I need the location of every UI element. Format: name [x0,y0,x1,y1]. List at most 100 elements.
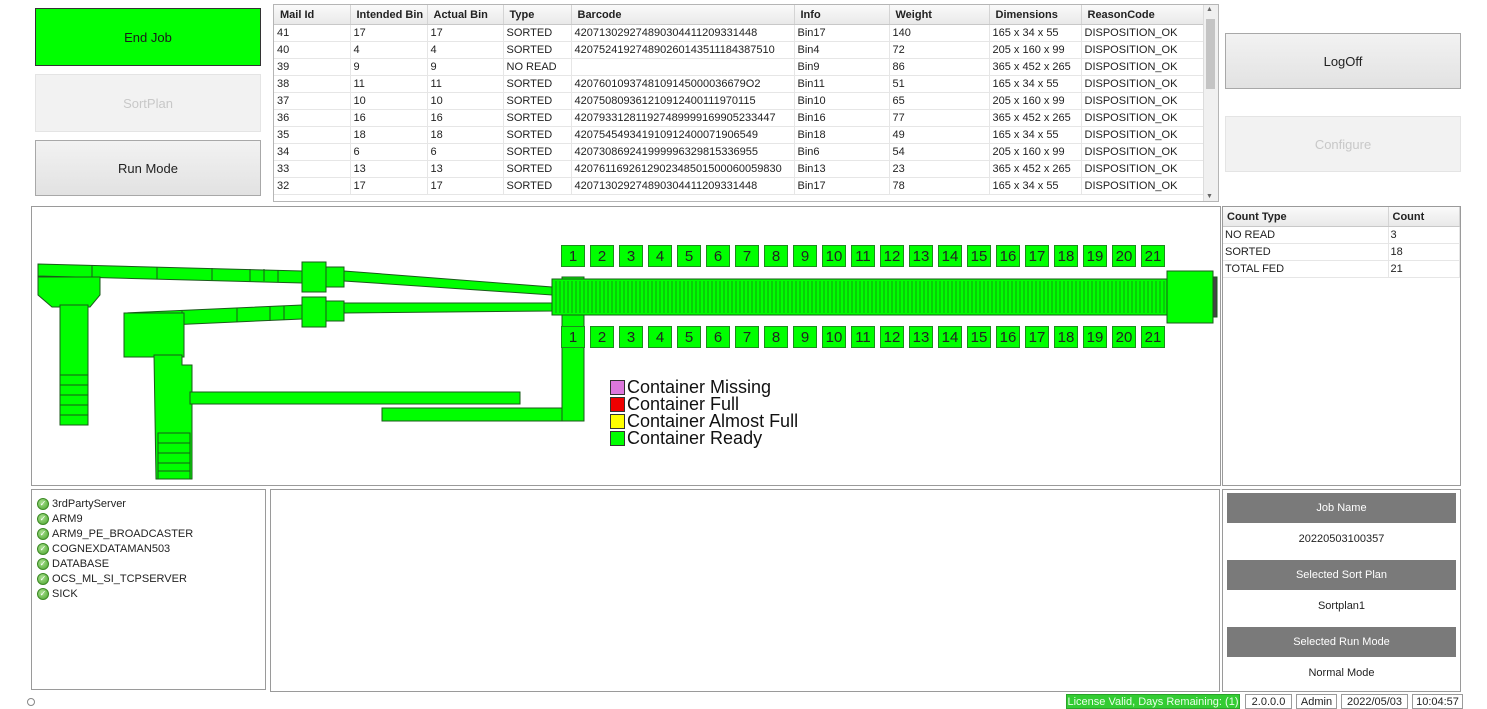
bin-16[interactable]: 16 [996,326,1020,348]
bin-3[interactable]: 3 [619,245,643,267]
bin-6[interactable]: 6 [706,245,730,267]
table-cell: DISPOSITION_OK [1081,92,1205,110]
table-row[interactable]: 38 11 11 SORTED 4207601093748109145000036679… [274,75,1205,93]
job-info-panel: Job Name 20220503100357 Selected Sort Pl… [1222,489,1461,692]
bin-8[interactable]: 8 [764,245,788,267]
table-row[interactable]: 40 4 4 SORTED 420752419274890260143511184387… [274,41,1205,59]
table-cell: 420713029274890304411209331448 [571,24,795,42]
bin-7[interactable]: 7 [735,326,759,348]
bin-1[interactable]: 1 [561,245,585,267]
bin-17[interactable]: 17 [1025,245,1049,267]
table-row[interactable]: 33 13 13 SORTED 4207611692612902348501500060… [274,160,1205,178]
bin-18[interactable]: 18 [1054,245,1078,267]
column-header[interactable]: Count [1388,207,1460,227]
bin-9[interactable]: 9 [793,245,817,267]
table-scrollbar[interactable]: ▲ ▼ [1203,5,1218,201]
table-cell: DISPOSITION_OK [1081,41,1205,59]
table-cell: SORTED [1223,243,1389,261]
mail-table[interactable]: Mail Id Intended Bin Actual Bin Type Barcode… [273,4,1219,202]
check-icon: ✓ [37,557,49,570]
table-row[interactable]: 36 16 16 SORTED 4207933128119274899991699052… [274,109,1205,127]
bin-12[interactable]: 12 [880,245,904,267]
bin-4[interactable]: 4 [648,245,672,267]
scroll-down-icon[interactable]: ▼ [1206,193,1213,200]
bin-13[interactable]: 13 [909,245,933,267]
service-name: ARM9_PE_BROADCASTER [52,527,194,540]
bin-19[interactable]: 19 [1083,326,1107,348]
table-row: NO READ 3 [1223,226,1460,244]
bin-20[interactable]: 20 [1112,326,1136,348]
table-row[interactable]: 35 18 18 SORTED 4207545493419109124000719065… [274,126,1205,144]
bin-1[interactable]: 1 [561,326,585,348]
bin-4[interactable]: 4 [648,326,672,348]
table-cell: 17 [350,177,428,195]
table-cell: 365 x 452 x 265 [989,109,1082,127]
bin-2[interactable]: 2 [590,326,614,348]
bin-11[interactable]: 11 [851,326,875,348]
table-cell: 16 [427,109,504,127]
legend-swatch [610,430,625,446]
scrollbar-thumb[interactable] [1206,19,1215,89]
bin-11[interactable]: 11 [851,245,875,267]
column-header[interactable]: Weight [889,5,990,25]
table-row[interactable]: 41 17 17 SORTED 4207130292748903044112093314… [274,24,1205,42]
bin-10[interactable]: 10 [822,245,846,267]
configure-button[interactable]: Configure [1225,116,1461,172]
bin-14[interactable]: 14 [938,245,962,267]
service-item: ✓ ARM9 [32,511,265,526]
column-header[interactable]: ReasonCode [1081,5,1205,25]
bin-5[interactable]: 5 [677,326,701,348]
column-header[interactable]: Dimensions [989,5,1082,25]
table-cell: Bin17 [794,24,890,42]
user-label: Admin [1296,694,1337,709]
bin-9[interactable]: 9 [793,326,817,348]
column-header[interactable]: Count Type [1223,207,1389,227]
column-header[interactable]: Type [503,5,572,25]
bin-14[interactable]: 14 [938,326,962,348]
column-header[interactable]: Intended Bin [350,5,428,25]
bin-19[interactable]: 19 [1083,245,1107,267]
column-header[interactable]: Mail Id [274,5,351,25]
bin-3[interactable]: 3 [619,326,643,348]
table-cell: 365 x 452 x 265 [989,160,1082,178]
table-cell: 33 [274,160,351,178]
table-row[interactable]: 39 9 9 NO READ Bin9 86 365 x 452 x 265 DISPOSIT… [274,58,1205,76]
table-row[interactable]: 37 10 10 SORTED 4207508093612109124001119701… [274,92,1205,110]
scroll-up-icon[interactable]: ▲ [1206,6,1213,13]
column-header[interactable]: Info [794,5,890,25]
column-header[interactable]: Actual Bin [427,5,504,25]
bin-17[interactable]: 17 [1025,326,1049,348]
logoff-button[interactable]: LogOff [1225,33,1461,89]
end-job-button[interactable]: End Job [35,8,261,66]
sorter-machine-view: 1 2 3 4 5 6 7 8 9 10 11 12 13 14 15 16 17 18 19 20 21 123456… [31,206,1221,486]
bin-20[interactable]: 20 [1112,245,1136,267]
table-cell: 11 [350,75,428,93]
table-cell: 140 [889,24,990,42]
bin-13[interactable]: 13 [909,326,933,348]
bin-7[interactable]: 7 [735,245,759,267]
bin-5[interactable]: 5 [677,245,701,267]
version-label: 2.0.0.0 [1245,694,1292,709]
table-cell: SORTED [503,92,572,110]
bin-16[interactable]: 16 [996,245,1020,267]
bin-21[interactable]: 21 [1141,326,1165,348]
bin-21[interactable]: 21 [1141,245,1165,267]
bin-6[interactable]: 6 [706,326,730,348]
table-cell: SORTED [503,177,572,195]
table-row: SORTED 18 [1223,243,1460,261]
bin-10[interactable]: 10 [822,326,846,348]
table-cell: 420793312811927489999169905233447 [571,109,795,127]
check-icon: ✓ [37,527,49,540]
table-cell: 37 [274,92,351,110]
bin-8[interactable]: 8 [764,326,788,348]
bin-15[interactable]: 15 [967,245,991,267]
sort-plan-button[interactable]: SortPlan [35,74,261,132]
bin-2[interactable]: 2 [590,245,614,267]
bin-15[interactable]: 15 [967,326,991,348]
table-row[interactable]: 32 17 17 SORTED 4207130292748903044112093314… [274,177,1205,195]
table-row[interactable]: 34 6 6 SORTED 420730869241999996329815336955… [274,143,1205,161]
run-mode-button[interactable]: Run Mode [35,140,261,196]
bin-18[interactable]: 18 [1054,326,1078,348]
column-header[interactable]: Barcode [571,5,795,25]
bin-12[interactable]: 12 [880,326,904,348]
